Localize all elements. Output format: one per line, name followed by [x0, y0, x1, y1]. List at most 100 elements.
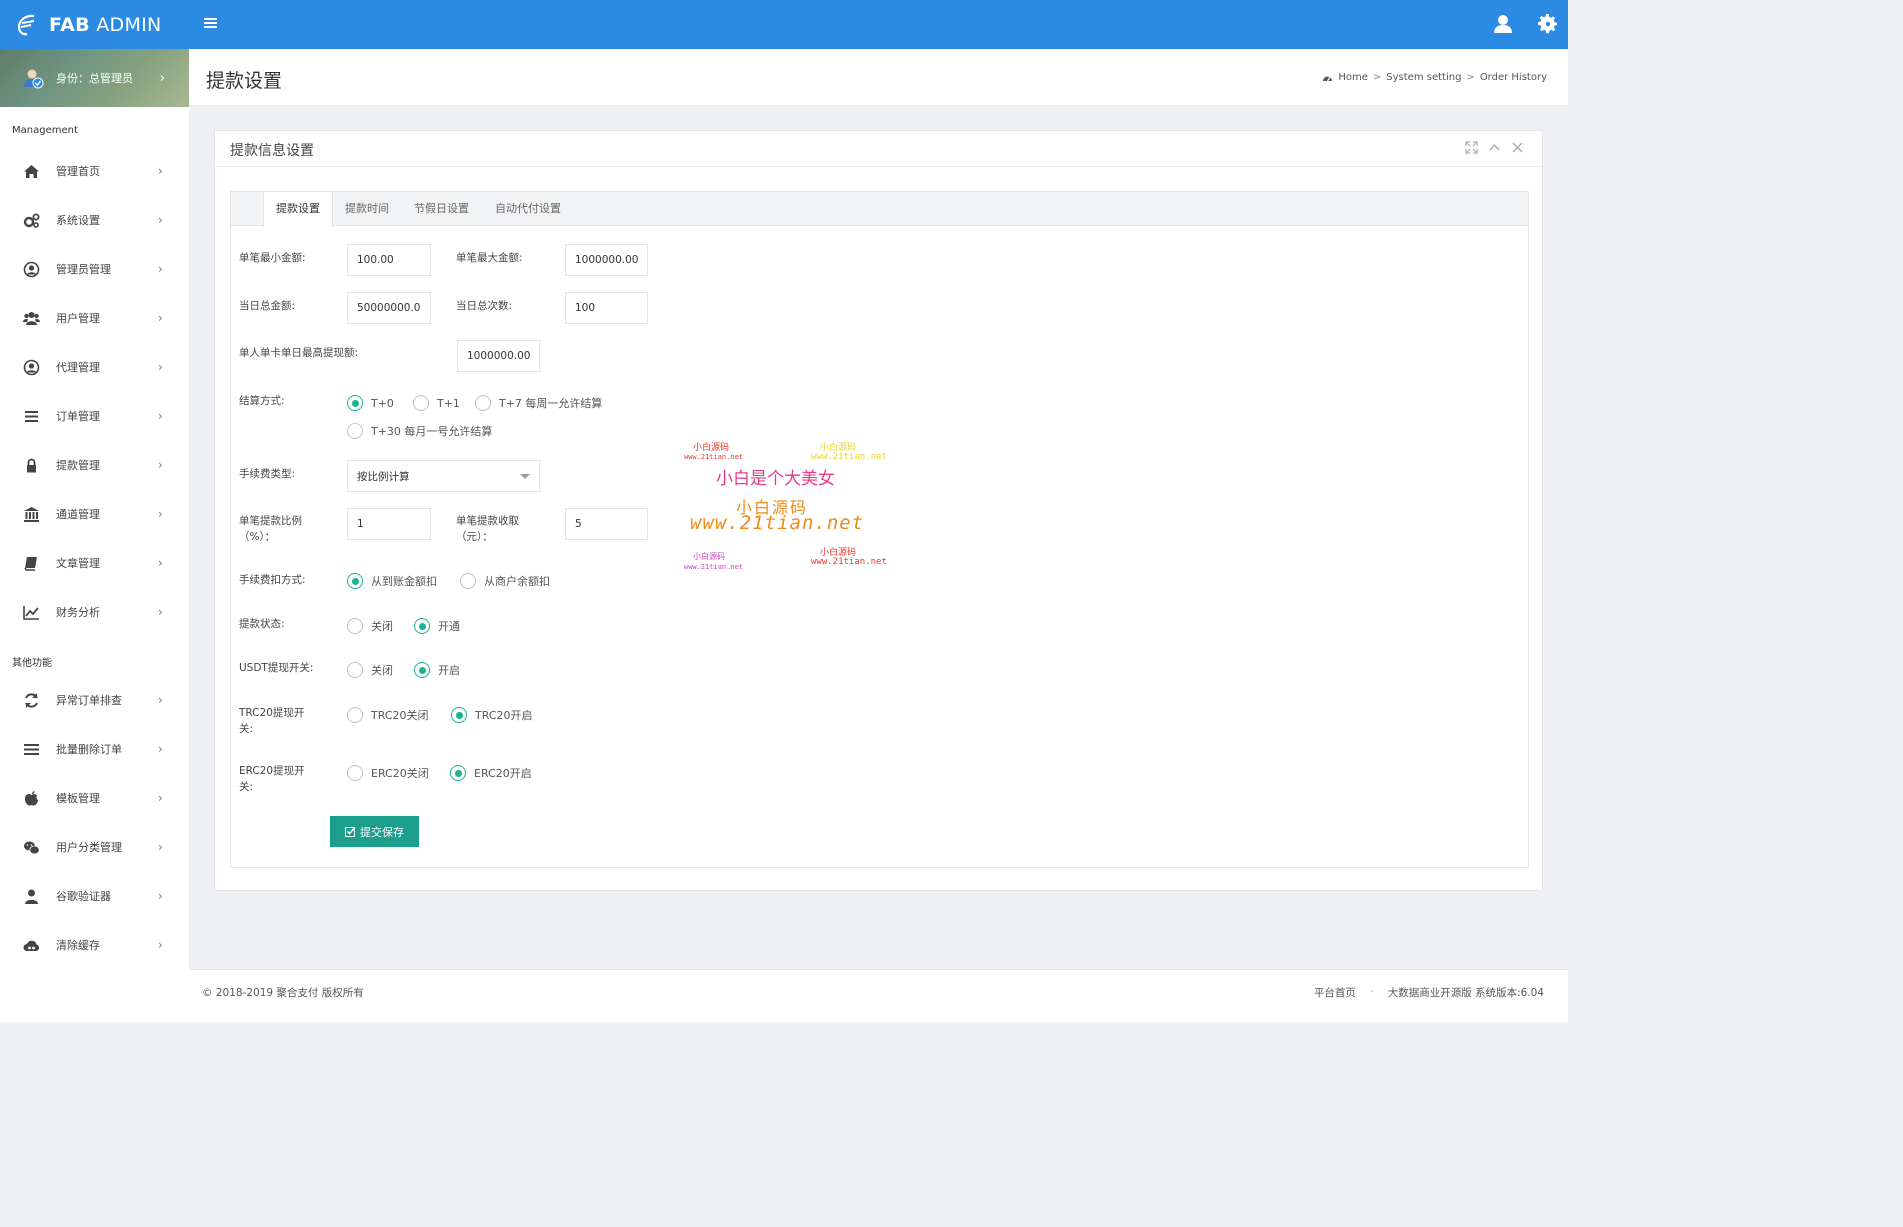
fee-type-label: 手续费类型: [239, 468, 296, 480]
sidebar-item[interactable]: 清除缓存 › [0, 930, 189, 960]
deduct-from-balance-radio[interactable]: 从商户余额扣 [460, 573, 550, 589]
watermark-small-url: www.21tian.net [811, 557, 887, 567]
sidebar-item[interactable]: 管理首页 › [0, 156, 189, 186]
chevron-right-icon: › [158, 605, 163, 619]
chevron-right-icon: › [158, 409, 163, 423]
logo-icon [17, 14, 35, 35]
sidebar-item[interactable]: 通道管理 › [0, 499, 189, 529]
sidebar-item[interactable]: 代理管理 › [0, 352, 189, 382]
trc20-off-radio[interactable]: TRC20关闭 [347, 707, 429, 723]
tab-withdraw-settings[interactable]: 提款设置 [263, 192, 333, 227]
breadcrumb-current: Order History [1479, 72, 1547, 83]
ratio-input[interactable] [347, 508, 431, 540]
max-amount-input[interactable] [565, 244, 648, 276]
card-max-input[interactable] [457, 340, 540, 372]
status-on-radio[interactable]: 开通 [414, 618, 460, 634]
sidebar-item-label: 管理首页 [56, 165, 100, 178]
apple-icon [25, 790, 38, 806]
sidebar-item[interactable]: 文章管理 › [0, 548, 189, 578]
min-amount-input[interactable] [347, 244, 431, 276]
tab-auto-payout[interactable]: 自动代付设置 [483, 192, 573, 226]
chevron-right-icon: › [158, 938, 163, 952]
gear-icon[interactable] [1536, 12, 1560, 36]
settle-t1-radio[interactable]: T+1 [413, 395, 460, 411]
tab-withdraw-time[interactable]: 提款时间 [333, 192, 401, 226]
settle-t30-radio[interactable]: T+30 每月一号允许结算 [347, 423, 492, 439]
users-icon [23, 311, 40, 325]
usdt-off-radio[interactable]: 关闭 [347, 662, 393, 678]
submit-save-button[interactable]: 提交保存 [330, 816, 419, 847]
trc20-label: TRC20提现开 关: [239, 707, 305, 735]
day-total-label: 当日总金额: [239, 300, 296, 312]
cloud-icon [23, 940, 40, 951]
sidebar-item[interactable]: 管理员管理 › [0, 254, 189, 284]
trc20-on-radio[interactable]: TRC20开启 [451, 707, 533, 723]
usdt-on-radio[interactable]: 开启 [414, 662, 460, 678]
avatar [24, 69, 44, 89]
breadcrumb-home[interactable]: Home [1338, 72, 1368, 83]
usdt-label: USDT提现开关: [239, 662, 314, 674]
profile-label: 身份：总管理员 [56, 72, 133, 85]
menu-toggle-icon[interactable] [204, 18, 217, 30]
card-title: 提款信息设置 [230, 143, 314, 159]
breadcrumb-separator: > [1466, 72, 1475, 83]
sidebar-item-label: 财务分析 [56, 606, 100, 619]
sidebar-item[interactable]: 财务分析 › [0, 597, 189, 627]
sidebar-item[interactable]: 用户分类管理 › [0, 832, 189, 862]
footer-link-version[interactable]: 大数据商业开源版 系统版本:6.04 [1388, 985, 1544, 1000]
fee-type-select[interactable]: 按比例计算 [347, 460, 540, 492]
watermark-big-line3: www.21tian.net [690, 512, 865, 534]
day-total-input[interactable] [347, 292, 431, 324]
sidebar-item[interactable]: 提款管理 › [0, 450, 189, 480]
profile-panel[interactable]: 身份：总管理员 › [0, 49, 189, 107]
sidebar-item-label: 异常订单排查 [56, 694, 122, 707]
sidebar-item[interactable]: 批量删除订单 › [0, 734, 189, 764]
breadcrumb: Home > System setting > Order History [1322, 72, 1547, 83]
settle-t0-radio[interactable]: T+0 [347, 395, 394, 411]
sidebar-item[interactable]: 谷歌验证器 › [0, 881, 189, 911]
settle-label: 结算方式: [239, 395, 285, 407]
close-icon[interactable] [1511, 141, 1524, 154]
sidebar-item[interactable]: 订单管理 › [0, 401, 189, 431]
sidebar-item[interactable]: 异常订单排查 › [0, 685, 189, 715]
chevron-right-icon: › [158, 164, 163, 178]
user-icon[interactable] [1491, 12, 1515, 36]
day-count-input[interactable] [565, 292, 648, 324]
erc20-off-radio[interactable]: ERC20关闭 [347, 765, 429, 781]
sidebar-item[interactable]: 模板管理 › [0, 783, 189, 813]
divider [215, 166, 1542, 167]
footer-link-home[interactable]: 平台首页 [1314, 985, 1356, 1000]
bank-icon [24, 506, 39, 522]
expand-icon[interactable] [1465, 141, 1478, 154]
user-circle-icon [23, 359, 40, 375]
fee-input[interactable] [565, 508, 648, 540]
watermark-small-cn: 小白源码 [693, 552, 725, 561]
collapse-icon[interactable] [1488, 141, 1501, 154]
page-header: 提款设置 Home > System setting > Order Histo… [189, 49, 1568, 106]
tab-holiday-settings[interactable]: 节假日设置 [402, 192, 481, 226]
erc20-on-radio[interactable]: ERC20开启 [450, 765, 532, 781]
chevron-right-icon: › [158, 693, 163, 707]
book-icon [24, 556, 37, 571]
sidebar-item-label: 通道管理 [56, 508, 100, 521]
settle-t7-radio[interactable]: T+7 每周一允许结算 [475, 395, 602, 411]
top-navbar: FAB ADMIN [0, 0, 1568, 49]
deduct-from-amount-radio[interactable]: 从到账金额扣 [347, 573, 437, 589]
status-off-radio[interactable]: 关闭 [347, 618, 393, 634]
max-amount-label: 单笔最大金额: [456, 252, 523, 264]
sidebar-item-label: 用户管理 [56, 312, 100, 325]
sidebar-item-label: 文章管理 [56, 557, 100, 570]
sidebar-item-label: 管理员管理 [56, 263, 111, 276]
sidebar-item[interactable]: 用户管理 › [0, 303, 189, 333]
breadcrumb-separator: > [1372, 72, 1382, 83]
sidebar-item[interactable]: 系统设置 › [0, 205, 189, 235]
list-icon [25, 410, 38, 422]
wechat-icon [24, 841, 40, 854]
brand-logo[interactable]: FAB ADMIN [0, 0, 189, 49]
breadcrumb-system-setting[interactable]: System setting [1386, 72, 1461, 83]
user-icon [25, 889, 38, 904]
watermark-big-line1: 小白是个大美女 [716, 469, 835, 489]
chevron-right-icon: › [158, 889, 163, 903]
cogs-icon [23, 213, 40, 228]
home-icon [24, 164, 39, 178]
